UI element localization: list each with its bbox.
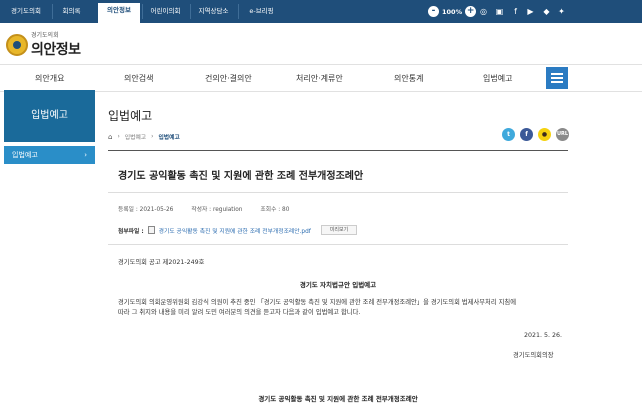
nav-legislative-notice[interactable]: 입법예고 xyxy=(483,73,512,84)
breadcrumb: ⌂ › 입법예고 › 입법예고 xyxy=(108,132,180,142)
chevron-right-icon: › xyxy=(84,151,87,159)
twitter-icon[interactable]: ✦ xyxy=(555,5,568,18)
zoom-in-button[interactable]: + xyxy=(465,6,477,17)
instagram-icon[interactable]: ◎ xyxy=(477,5,490,18)
home-icon[interactable]: ⌂ xyxy=(108,133,112,141)
nav-proposals[interactable]: 건의안·결의안 xyxy=(205,73,252,84)
notice-paragraph-2: 따라 그 취지와 내용을 미리 알려 도민 여러분의 의견을 듣고자 다음과 같… xyxy=(118,309,361,316)
zoom-control: - 100% + xyxy=(428,5,477,18)
logo-org: 경기도의회 xyxy=(31,32,59,39)
notice-date: 2021. 5. 26. xyxy=(524,332,563,339)
nav-statistics[interactable]: 의안통계 xyxy=(394,73,423,84)
tab-e-briefing[interactable]: e-브리핑 xyxy=(238,4,284,19)
notice-number: 경기도의회 공고 제2021-249호 xyxy=(118,259,205,266)
page-title: 입법예고 xyxy=(108,109,153,123)
attachment-link[interactable]: 경기도 공익활동 촉진 및 지원에 관한 조례 전부개정조례안.pdf xyxy=(159,226,311,235)
bill-title: 경기도 공익활동 촉진 및 지원에 관한 조례 전부개정조례안 xyxy=(258,395,418,403)
attachment-label: 첨부파일 : xyxy=(118,228,144,235)
notice-heading: 경기도 자치법규안 입법예고 xyxy=(299,281,377,289)
tab-regional-office[interactable]: 지역상담소 xyxy=(190,4,236,19)
logo-title: 의안정보 xyxy=(31,42,81,58)
url-copy-icon[interactable]: URL xyxy=(556,128,569,141)
divider xyxy=(108,192,568,193)
document-title: 경기도 공익활동 촉진 및 지원에 관한 조례 전부개정조례안 xyxy=(118,171,364,182)
facebook-icon[interactable]: f xyxy=(509,5,522,18)
hamburger-icon xyxy=(551,73,563,75)
nav-overview[interactable]: 의안개요 xyxy=(35,73,64,84)
tab-bill-info[interactable]: 의안정보 xyxy=(98,3,140,23)
blog-icon[interactable]: ▣ xyxy=(493,5,506,18)
breadcrumb-item[interactable]: 입법예고 xyxy=(125,132,146,141)
breadcrumb-current: 입법예고 xyxy=(158,135,180,141)
post-author: 작성자 : regulation xyxy=(191,207,243,213)
tab-minutes[interactable]: 회의록 xyxy=(52,4,90,19)
zoom-out-button[interactable]: - xyxy=(428,6,439,17)
post-date: 등록일 : 2021-05-26 xyxy=(118,207,174,213)
nav-processing[interactable]: 처리안·계류안 xyxy=(296,73,343,84)
preview-button[interactable]: 미리보기 xyxy=(320,225,358,235)
site-logo[interactable]: 경기도의회 의안정보 xyxy=(6,30,81,59)
tab-kids-council[interactable]: 어린이의회 xyxy=(142,4,188,19)
notice-signer: 경기도의회의장 xyxy=(513,352,554,359)
attachment-row: 첨부파일 : 경기도 공익활동 촉진 및 지원에 관한 조례 전부개정조례안.p… xyxy=(118,225,358,235)
zoom-level: 100% xyxy=(442,7,463,16)
kakao-share-icon[interactable]: ● xyxy=(538,128,551,141)
twitter-share-icon[interactable]: t xyxy=(502,128,515,141)
file-icon xyxy=(147,226,155,234)
council-emblem-icon xyxy=(6,33,28,56)
divider xyxy=(108,244,568,245)
all-menu-button[interactable] xyxy=(546,67,568,89)
sidebar-item-label: 입법예고 xyxy=(12,151,38,159)
post-views: 조회수 : 80 xyxy=(260,207,290,213)
band-icon[interactable]: ◆ xyxy=(540,5,553,18)
notice-paragraph-1: 경기도의회 의회운영위원회 김강식 의원이 추진 중인 「경기도 공익활동 촉진… xyxy=(118,299,516,306)
top-utility-bar: 경기도의회 회의록 의안정보 어린이의회 지역상담소 e-브리핑 - 100% … xyxy=(0,0,642,23)
sidebar-heading: 입법예고 xyxy=(4,90,95,142)
divider xyxy=(108,150,568,151)
youtube-icon[interactable]: ▶ xyxy=(524,5,537,18)
tab-council[interactable]: 경기도의회 xyxy=(5,4,47,19)
document-meta: 등록일 : 2021-05-26 작성자 : regulation 조회수 : … xyxy=(118,204,289,213)
nav-search[interactable]: 의안검색 xyxy=(124,73,153,84)
facebook-share-icon[interactable]: f xyxy=(520,128,533,141)
sidebar-item-legislative-notice[interactable]: 입법예고 › xyxy=(4,146,95,164)
